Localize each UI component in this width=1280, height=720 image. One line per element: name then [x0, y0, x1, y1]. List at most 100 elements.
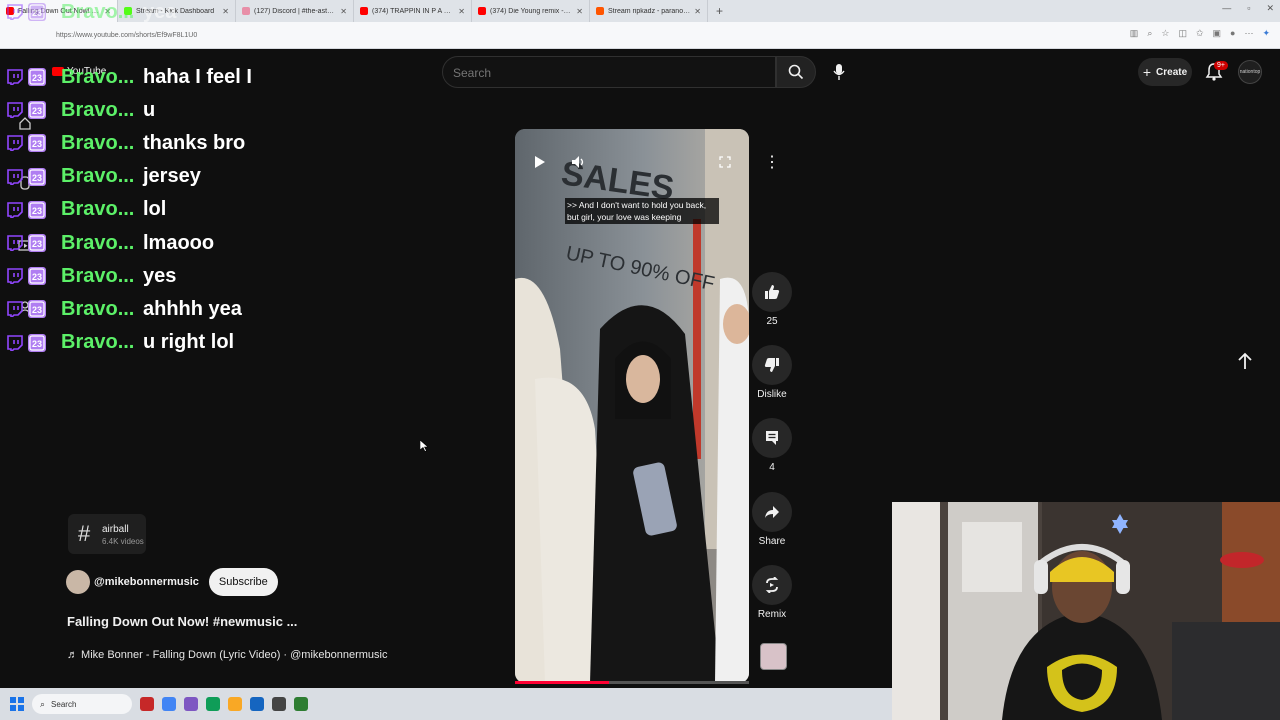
taskbar-search-icon: ⌕ — [40, 698, 46, 709]
taskbar-app-icon[interactable] — [250, 697, 264, 711]
video-caption: >> And I don't want to hold you back, bu… — [565, 198, 719, 224]
twitch-logo-icon — [7, 168, 23, 185]
bookmark-star-icon[interactable]: ☆ — [1161, 28, 1169, 39]
thumbs-up-icon — [765, 285, 780, 299]
chat-message-text: thanks bro — [143, 131, 246, 154]
svg-text:23: 23 — [32, 239, 42, 249]
create-button[interactable]: + Create — [1138, 58, 1192, 86]
twitch-logo-icon — [7, 69, 23, 85]
twitch-logo-icon — [7, 235, 23, 251]
tab-close-icon[interactable]: ✕ — [694, 7, 701, 16]
subscriber-badge-icon: 23 — [28, 3, 46, 21]
extensions-icon[interactable]: ◫ — [1178, 28, 1187, 39]
taskbar-app-icon[interactable] — [294, 697, 308, 711]
browser-tab[interactable]: (374) Die Young remix - YouTube ✕ — [472, 0, 590, 22]
browser-tab[interactable]: (127) Discord | #the-astronomic✕ — [236, 0, 354, 22]
video-progress-bar[interactable] — [515, 681, 749, 684]
chat-message-text: u right lol — [143, 331, 235, 354]
chat-username: Bravo... — [61, 331, 135, 354]
remix-button[interactable] — [752, 565, 792, 605]
tab-close-icon[interactable]: ✕ — [458, 7, 465, 16]
previous-short-button[interactable] — [1230, 346, 1260, 376]
subscriber-badge-icon: 23 — [28, 134, 46, 153]
close-window-icon[interactable]: ✕ — [1266, 3, 1274, 14]
tab-close-icon[interactable]: ✕ — [576, 7, 583, 16]
taskbar-app-icon[interactable] — [272, 697, 286, 711]
account-avatar[interactable]: nationtop — [1238, 60, 1262, 84]
more-menu-icon[interactable]: ⋯ — [1244, 28, 1253, 39]
copilot-icon[interactable]: ✦ — [1262, 28, 1270, 39]
hashtag-chip[interactable]: # airball 6.4K videos — [68, 514, 146, 554]
chat-username: Bravo... — [61, 231, 135, 254]
maximize-icon[interactable]: ▫ — [1247, 3, 1250, 14]
plus-icon: + — [1142, 64, 1152, 80]
taskbar-search[interactable]: ⌕ Search — [32, 694, 132, 714]
taskbar: ⌕ Search — [0, 688, 892, 720]
taskbar-app-icon[interactable] — [206, 697, 220, 711]
subscriber-badge-icon: 23 — [28, 267, 46, 286]
reader-icon[interactable]: ▥ — [1130, 28, 1139, 39]
browser-tab[interactable]: (374) TRAPPIN IN P A R A D I✕ — [354, 0, 472, 22]
svg-text:23: 23 — [32, 173, 42, 183]
share-button[interactable] — [752, 492, 792, 532]
subscribe-button[interactable]: Subscribe — [208, 568, 278, 596]
volume-icon — [572, 156, 584, 168]
zoom-icon[interactable]: ⌕ — [1147, 28, 1152, 39]
channel-name[interactable]: @mikebonnermusic — [94, 576, 199, 588]
short-title[interactable]: Falling Down Out Now! #newmusic ... — [67, 614, 297, 629]
play-icon — [535, 156, 545, 168]
tab-label: Stream ripkadz - paranoid (prod — [608, 7, 690, 15]
fullscreen-button[interactable] — [714, 151, 736, 173]
chat-message-text: u — [143, 98, 156, 121]
like-count: 25 — [766, 316, 778, 327]
tab-label: (374) TRAPPIN IN P A R A D I — [372, 7, 455, 15]
tab-favicon-icon — [478, 7, 486, 15]
comments-button[interactable] — [752, 418, 792, 458]
taskbar-app-icon[interactable] — [184, 697, 198, 711]
play-button[interactable] — [529, 151, 551, 173]
taskbar-app-icon[interactable] — [162, 697, 176, 711]
twitch-logo-icon — [7, 201, 23, 218]
sound-thumbnail[interactable] — [760, 643, 787, 670]
search-icon — [788, 64, 804, 80]
search-button[interactable] — [776, 56, 816, 88]
browser-tab[interactable]: Stream ripkadz - paranoid (prod ✕ — [590, 0, 708, 22]
subscriber-badge-icon: 23 — [28, 167, 46, 186]
channel-avatar[interactable] — [66, 570, 90, 594]
comments-action: 4 — [752, 418, 792, 473]
like-button[interactable] — [752, 272, 792, 312]
svg-text:23: 23 — [32, 8, 42, 18]
chat-username: Bravo... — [61, 198, 135, 221]
windows-start-icon[interactable] — [10, 697, 24, 711]
tab-label: (374) Die Young remix - YouTube — [490, 7, 572, 15]
taskbar-app-icon[interactable] — [140, 697, 154, 711]
new-tab-button[interactable]: + — [708, 4, 731, 18]
more-options-icon[interactable]: ⋮ — [760, 150, 784, 174]
tab-close-icon[interactable]: ✕ — [222, 7, 229, 16]
hashtag-icon: # — [78, 521, 91, 546]
mouse-cursor-icon — [420, 440, 428, 452]
collections-icon[interactable]: ▣ — [1213, 28, 1222, 39]
hashtag-text-block: airball 6.4K videos — [102, 523, 144, 546]
favorites-icon[interactable]: ✩ — [1196, 28, 1204, 39]
subscriber-badge-icon: 23 — [28, 333, 46, 352]
dislike-button[interactable] — [752, 345, 792, 385]
chat-message-text: lmaooo — [143, 231, 215, 254]
thumbs-down-icon — [764, 358, 779, 372]
like-action: 25 — [752, 272, 792, 327]
taskbar-app-icon[interactable] — [228, 697, 242, 711]
minimize-icon[interactable]: — — [1222, 3, 1231, 14]
svg-text:23: 23 — [32, 206, 42, 216]
profile-icon[interactable]: ● — [1230, 28, 1235, 39]
hashtag-label: airball — [102, 523, 129, 535]
dislike-label: Dislike — [757, 389, 787, 400]
volume-button[interactable] — [568, 151, 590, 173]
share-arrow-icon — [765, 506, 779, 518]
tab-close-icon[interactable]: ✕ — [340, 7, 347, 16]
short-song-link[interactable]: ♬ Mike Bonner - Falling Down (Lyric Vide… — [67, 649, 388, 661]
chat-message-text: haha I feel I — [143, 65, 252, 88]
address-url[interactable]: https://www.youtube.com/shorts/Ef9wF8L1U… — [56, 32, 197, 39]
remix-icon — [765, 577, 779, 593]
search-input[interactable] — [451, 65, 755, 81]
voice-search-button[interactable] — [824, 56, 854, 88]
